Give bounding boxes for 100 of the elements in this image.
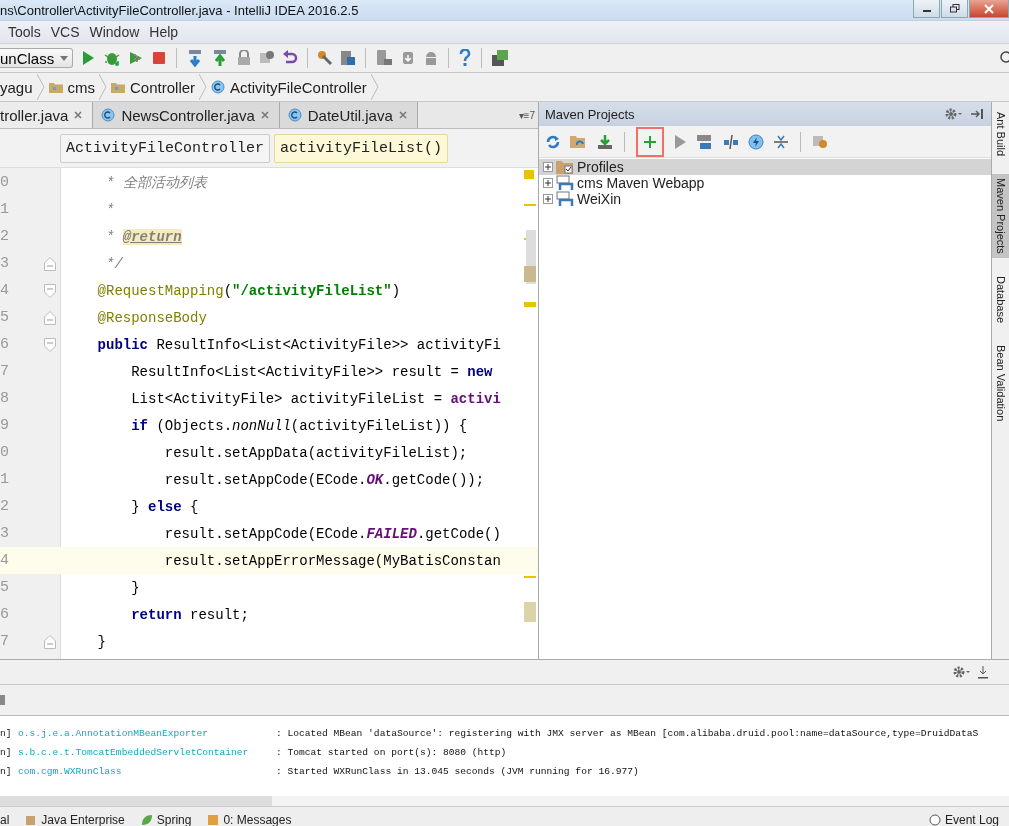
chevron-icon xyxy=(99,74,108,100)
code-line: * 全部活动列表 xyxy=(105,173,207,192)
code-line: public ResultInfo<List<ActivityFile>> activityFi xyxy=(96,336,501,353)
console-text: : Started WXRunClass in 13.045 seconds (JVM running for 16.977) xyxy=(276,766,639,777)
close-icon[interactable] xyxy=(398,111,407,119)
leaf-icon xyxy=(140,813,153,826)
close-icon[interactable] xyxy=(74,111,83,119)
close-icon xyxy=(984,3,994,14)
code-line: result.setAppCode(ECode.FAILED.getCode() xyxy=(163,525,501,542)
tree-node[interactable]: WeiXin xyxy=(539,191,991,207)
fold-marker-icon[interactable] xyxy=(44,634,56,649)
code-line: @RequestMapping("/activityFileList") xyxy=(96,282,401,299)
close-button[interactable] xyxy=(969,0,1009,18)
menu-item[interactable]: Tools xyxy=(8,24,41,40)
messages-icon xyxy=(207,813,220,826)
wrench-icon[interactable] xyxy=(317,50,334,66)
line-number: 2 xyxy=(0,498,10,515)
scrollbar-thumb[interactable] xyxy=(0,796,272,806)
breadcrumb-item[interactable]: Controller xyxy=(111,78,196,96)
menu-item[interactable]: VCS xyxy=(50,24,80,40)
download-icon[interactable] xyxy=(597,133,613,150)
line-number: 7 xyxy=(0,363,10,380)
code-line: List<ActivityFile> activityFileList = activi xyxy=(130,390,501,407)
panel-title: Maven Projects xyxy=(545,106,635,122)
search-icon[interactable] xyxy=(999,51,1009,65)
event-log-button[interactable]: Event Log xyxy=(928,812,999,826)
tool-window-tab[interactable]: Maven Projects xyxy=(992,174,1009,258)
console-text: : Tomcat started on port(s): 8080 (http) xyxy=(276,747,507,758)
line-number: 0 xyxy=(0,174,10,191)
line-number: 3 xyxy=(0,525,10,542)
structure-crumb[interactable]: ActivityFileController xyxy=(60,133,271,163)
code-line: result.setAppErrorMessage(MyBatisConstan xyxy=(163,552,501,569)
tool-window-button[interactable]: 0: Messages xyxy=(207,812,292,826)
fold-marker-icon[interactable] xyxy=(44,310,56,325)
stop-icon[interactable] xyxy=(151,50,168,66)
lightning-icon[interactable] xyxy=(748,133,764,150)
undo-icon[interactable] xyxy=(282,50,299,66)
chevron-icon xyxy=(36,74,45,100)
help-icon[interactable] xyxy=(458,49,473,67)
caret-icon xyxy=(60,55,69,61)
fold-marker-icon[interactable] xyxy=(44,256,56,271)
run-config-dropdown[interactable]: unClass xyxy=(0,48,74,68)
line-number: 7 xyxy=(0,633,10,650)
breadcrumb-item[interactable]: ActivityFileController xyxy=(211,78,367,96)
balloon-icon xyxy=(928,813,941,826)
structure-icon[interactable] xyxy=(340,50,357,66)
line-number: 4 xyxy=(0,282,10,299)
line-number: 6 xyxy=(0,336,10,353)
restore-icon xyxy=(949,4,960,13)
settings-icon[interactable] xyxy=(812,133,830,150)
code-line: result.setAppData(activityFileList); xyxy=(163,444,468,461)
settings-icon[interactable] xyxy=(945,107,963,121)
history-icon[interactable] xyxy=(259,50,276,66)
run-icon[interactable] xyxy=(673,133,687,150)
sdk-icon[interactable] xyxy=(491,49,510,67)
folder-icon xyxy=(111,81,126,93)
tab-list-button[interactable]: ▾≡7 xyxy=(518,109,538,121)
tool-window-button[interactable]: Spring xyxy=(140,812,192,826)
fold-marker-icon[interactable] xyxy=(44,283,56,298)
expand-icon[interactable] xyxy=(543,178,553,188)
folder-refresh-icon[interactable] xyxy=(570,133,588,150)
hide-panel-icon[interactable] xyxy=(971,108,985,120)
download-icon[interactable] xyxy=(977,665,989,679)
maven-goal-icon[interactable] xyxy=(696,133,714,150)
tree-node[interactable]: cms Maven Webapp xyxy=(539,175,991,191)
line-number: 4 xyxy=(0,552,10,569)
restore-button[interactable] xyxy=(941,0,968,18)
menu-item[interactable]: Window xyxy=(89,24,140,40)
line-number: 5 xyxy=(0,579,10,596)
tool-window-tab[interactable]: Bean Validation xyxy=(992,340,1009,426)
toggle-offline-icon[interactable] xyxy=(723,133,739,150)
toolbar-icon[interactable] xyxy=(0,693,5,707)
add-button[interactable] xyxy=(636,126,664,157)
editor-tab[interactable]: DateUtil.java xyxy=(279,102,418,128)
breadcrumb-item[interactable]: yagu xyxy=(0,78,33,96)
tree-node[interactable]: Profiles xyxy=(539,159,991,175)
logger-name: com.cgm.WXRunClass xyxy=(18,766,123,777)
refresh-icon[interactable] xyxy=(545,133,561,150)
line-number: 9 xyxy=(0,417,10,434)
close-icon[interactable] xyxy=(260,111,269,119)
settings-icon[interactable] xyxy=(953,665,971,679)
tool-window-tab[interactable]: Database xyxy=(992,271,1009,327)
minimize-button[interactable] xyxy=(913,0,940,18)
fold-marker-icon[interactable] xyxy=(44,337,56,352)
device-icon[interactable] xyxy=(375,49,394,67)
plus-icon xyxy=(643,134,657,149)
tool-window-tab[interactable]: Ant Build xyxy=(992,108,1009,161)
editor-tab[interactable]: NewsController.java xyxy=(93,102,280,128)
lock-icon[interactable] xyxy=(236,50,253,66)
menu-item[interactable]: Help xyxy=(149,24,179,40)
tool-window-button[interactable]: Java Enterprise xyxy=(25,812,125,826)
expand-icon[interactable] xyxy=(543,194,553,204)
tool-window-button[interactable]: al xyxy=(0,812,10,826)
editor-tab[interactable]: troller.java xyxy=(0,102,94,128)
expand-icon[interactable] xyxy=(543,162,553,172)
bug-icon[interactable] xyxy=(103,50,122,66)
collapse-all-icon[interactable] xyxy=(773,133,789,150)
structure-crumb[interactable]: activityFileList() xyxy=(274,133,449,163)
line-number: 1 xyxy=(0,471,10,488)
breadcrumb-item[interactable]: cms xyxy=(48,78,96,96)
